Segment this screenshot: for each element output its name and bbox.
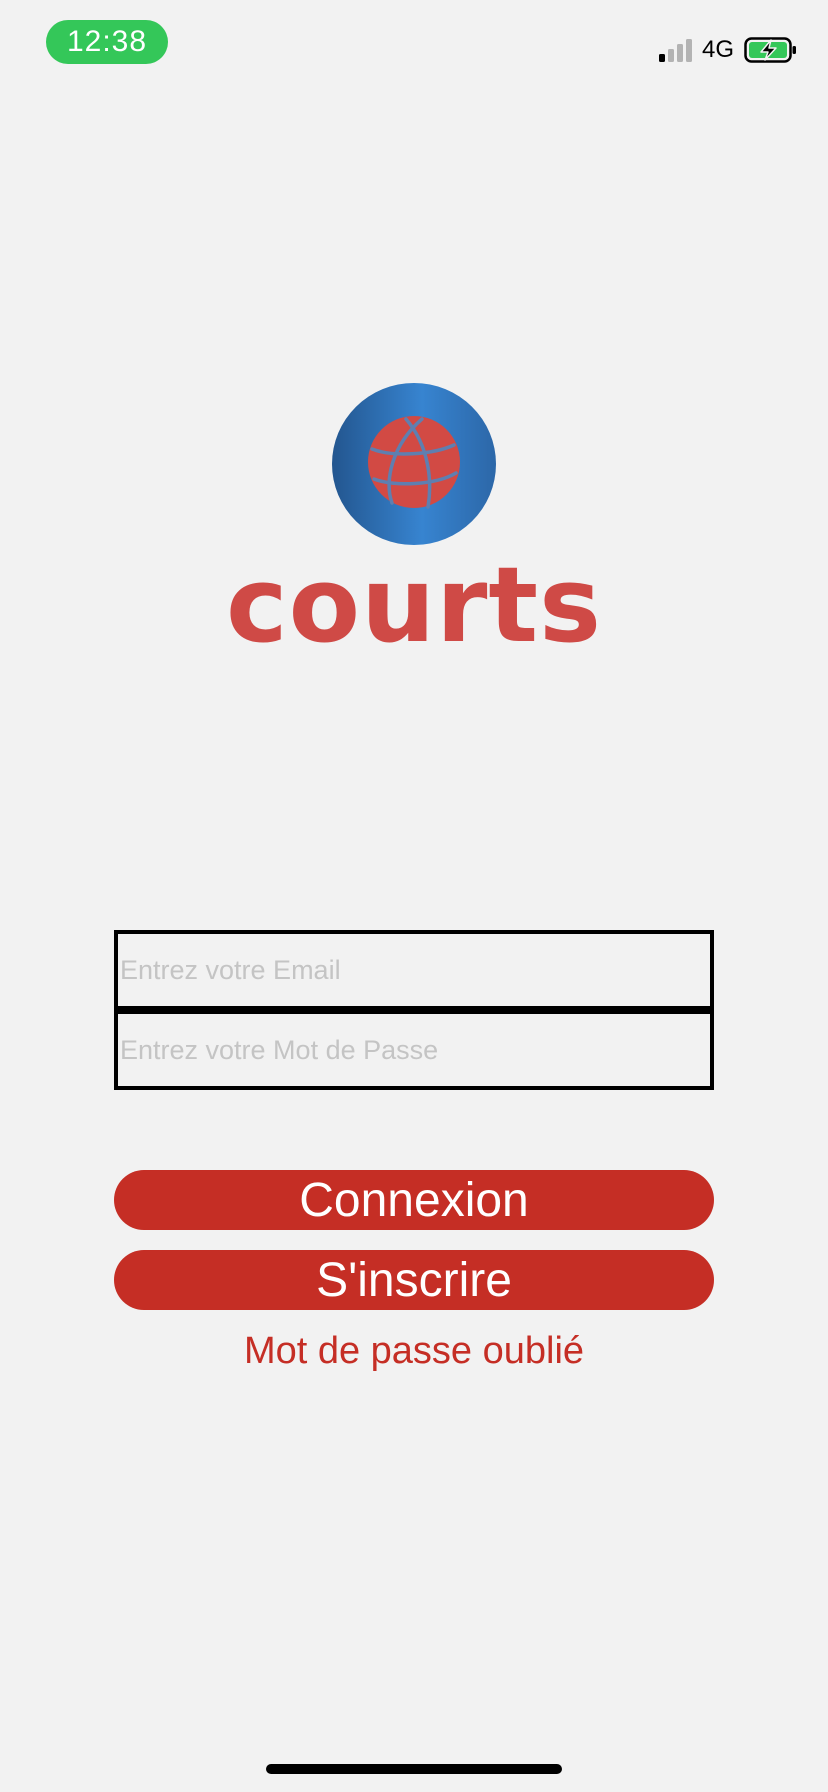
- home-indicator[interactable]: [266, 1764, 562, 1774]
- status-icons: 4G: [658, 34, 798, 66]
- basketball-icon: [332, 383, 496, 545]
- forgot-password-link[interactable]: Mot de passe oublié: [114, 1330, 714, 1373]
- network-type: 4G: [701, 36, 734, 63]
- battery-charging-icon: [744, 37, 798, 63]
- status-time: 12:38: [46, 20, 168, 64]
- cellular-signal-icon: [658, 38, 692, 62]
- password-input[interactable]: [118, 1034, 710, 1066]
- login-button[interactable]: Connexion: [114, 1170, 714, 1230]
- email-input[interactable]: [118, 954, 710, 986]
- email-field-box: [114, 930, 714, 1010]
- app-wordmark: courts: [228, 560, 600, 650]
- password-field-box: [114, 1010, 714, 1090]
- signup-button[interactable]: S'inscrire: [114, 1250, 714, 1310]
